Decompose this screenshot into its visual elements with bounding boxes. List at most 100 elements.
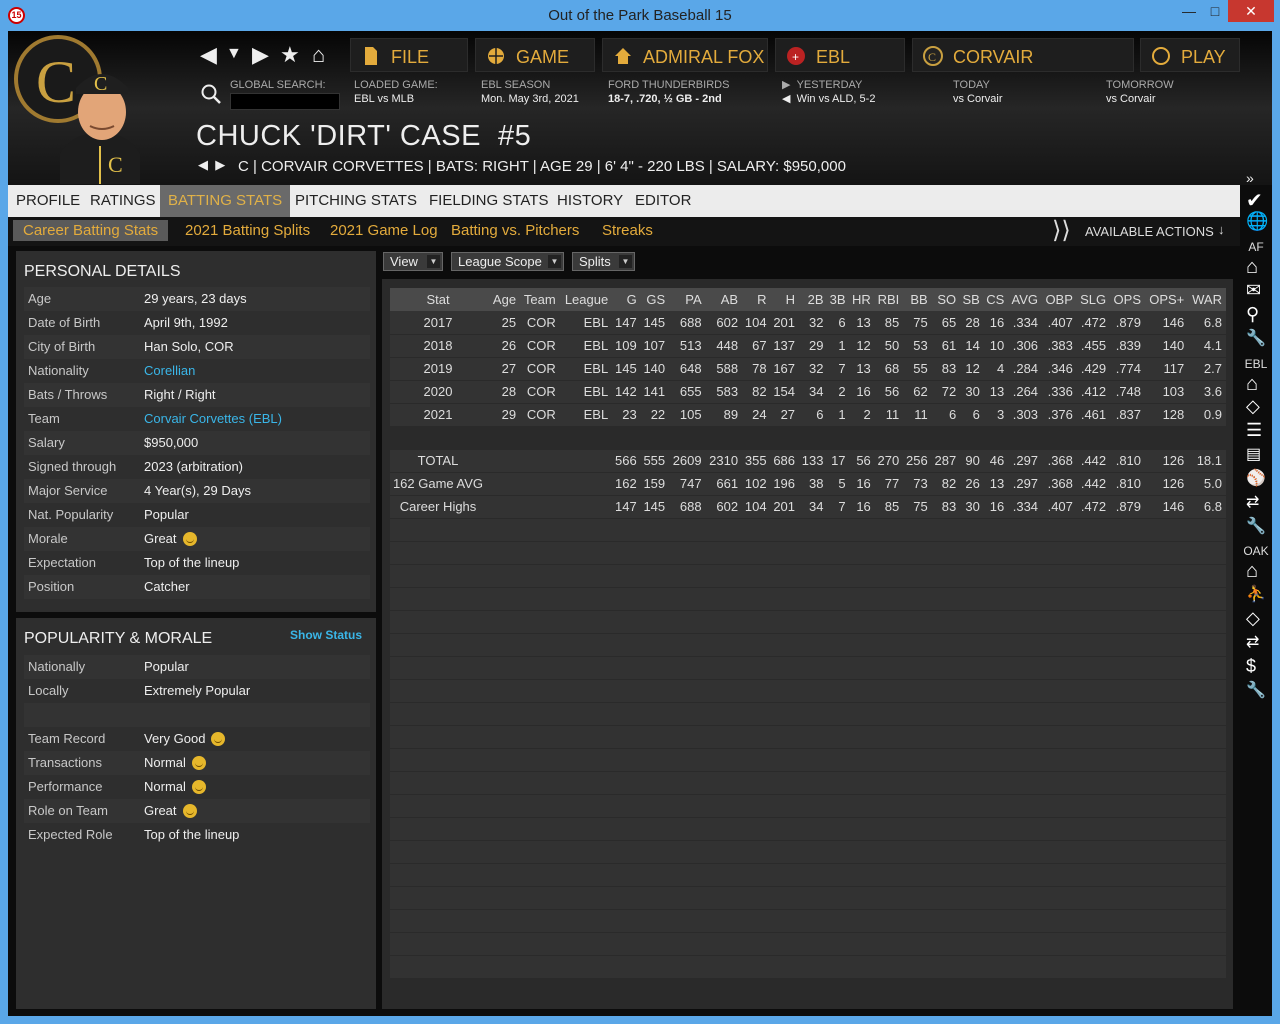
table-cell: 32: [799, 311, 828, 335]
column-header[interactable]: OBP: [1042, 288, 1077, 311]
view-dropdown[interactable]: View ▼: [383, 252, 443, 271]
sidebar-label-oak: OAK: [1243, 544, 1269, 558]
dollar-icon[interactable]: $: [1246, 656, 1266, 676]
table-cell: 655: [669, 380, 706, 404]
column-header[interactable]: Stat: [390, 288, 490, 311]
search-icon[interactable]: ⚲: [1246, 304, 1266, 324]
menu-admiral-fox[interactable]: ADMIRAL FOX: [602, 38, 768, 72]
detail-row: Performance Normal: [24, 775, 370, 799]
next-player-icon[interactable]: ▶: [215, 157, 225, 172]
tab-batting-stats[interactable]: BATTING STATS: [160, 185, 291, 217]
wrench-icon[interactable]: 🔧: [1246, 680, 1266, 700]
double-chevron-right-icon[interactable]: ⟩⟩: [1052, 216, 1071, 245]
list-icon[interactable]: ☰: [1246, 420, 1266, 440]
search-icon[interactable]: [200, 83, 222, 105]
transfer-icon[interactable]: ⇄: [1246, 632, 1266, 652]
column-header[interactable]: CS: [983, 288, 1009, 311]
show-status-link[interactable]: Show Status: [290, 628, 362, 642]
tab-pitching-stats[interactable]: PITCHING STATS: [287, 185, 425, 217]
home-icon[interactable]: ⌂: [1246, 373, 1266, 395]
check-icon[interactable]: ✔: [1246, 188, 1266, 212]
column-header[interactable]: WAR: [1188, 288, 1226, 311]
column-header[interactable]: HR: [849, 288, 875, 311]
column-header[interactable]: 3B: [827, 288, 850, 311]
diamond-icon[interactable]: ◇: [1246, 608, 1266, 628]
dropdown-icon[interactable]: ▼: [226, 45, 242, 63]
wrench-icon[interactable]: 🔧: [1246, 516, 1266, 536]
baseball-icon[interactable]: ⚾: [1246, 468, 1266, 488]
table-cell: EBL: [559, 380, 613, 404]
minimize-button[interactable]: —: [1176, 0, 1202, 22]
column-header[interactable]: AVG: [1008, 288, 1043, 311]
home-icon[interactable]: ⌂: [1246, 256, 1266, 278]
player-icon[interactable]: ⛹: [1246, 584, 1266, 604]
star-icon[interactable]: ★: [280, 42, 300, 68]
diamond-icon[interactable]: ◇: [1246, 396, 1266, 416]
yesterday-game[interactable]: ▶ YESTERDAY ◀ Win vs ALD, 5-2: [782, 78, 875, 106]
column-header[interactable]: RBI: [874, 288, 904, 311]
forward-icon[interactable]: ▶: [252, 42, 269, 68]
column-header[interactable]: GS: [640, 288, 670, 311]
subtab-streaks[interactable]: Streaks: [602, 222, 653, 239]
prev-player-icon[interactable]: ◀: [198, 157, 208, 172]
tab-fielding-stats[interactable]: FIELDING STATS: [421, 185, 556, 217]
menu-corvair[interactable]: C CORVAIR: [912, 38, 1134, 72]
subtab-career-batting[interactable]: Career Batting Stats: [13, 220, 169, 241]
tab-editor[interactable]: EDITOR: [627, 185, 699, 217]
menu-game[interactable]: GAME: [475, 38, 595, 72]
column-header[interactable]: BB: [903, 288, 932, 311]
table-cell: [1145, 426, 1189, 450]
tomorrow-game[interactable]: TOMORROW vs Corvair: [1106, 78, 1174, 106]
column-header[interactable]: Team: [520, 288, 560, 311]
column-header[interactable]: Age: [490, 288, 521, 311]
menu-play[interactable]: PLAY: [1140, 38, 1240, 72]
subtab-batting-splits[interactable]: 2021 Batting Splits: [185, 222, 310, 239]
double-chevron-right-icon[interactable]: »: [1246, 170, 1254, 186]
today-game[interactable]: TODAY vs Corvair: [953, 78, 1003, 106]
column-header[interactable]: OPS+: [1145, 288, 1189, 311]
column-header[interactable]: SO: [931, 288, 961, 311]
column-header[interactable]: 2B: [799, 288, 828, 311]
table-cell: 104: [742, 311, 771, 335]
column-header[interactable]: OPS: [1110, 288, 1146, 311]
tab-history[interactable]: HISTORY: [549, 185, 631, 217]
subtab-game-log[interactable]: 2021 Game Log: [330, 222, 438, 239]
column-header[interactable]: PA: [669, 288, 706, 311]
column-header[interactable]: SB: [960, 288, 984, 311]
wrench-icon[interactable]: 🔧: [1246, 328, 1266, 348]
back-icon[interactable]: ◀: [200, 42, 217, 68]
detail-value[interactable]: Corellian: [144, 363, 195, 378]
column-header[interactable]: League: [559, 288, 613, 311]
smile-icon: [182, 531, 197, 546]
table-cell: [559, 495, 613, 519]
table-cell: 103: [1145, 380, 1189, 404]
home-icon[interactable]: ⌂: [312, 42, 325, 68]
splits-dropdown[interactable]: Splits ▼: [572, 252, 635, 271]
global-search-input[interactable]: [230, 93, 340, 110]
tab-profile[interactable]: PROFILE: [8, 185, 88, 217]
available-actions-button[interactable]: AVAILABLE ACTIONS: [1085, 224, 1214, 239]
column-header[interactable]: SLG: [1076, 288, 1111, 311]
close-button[interactable]: ✕: [1228, 0, 1274, 22]
tab-ratings[interactable]: RATINGS: [82, 185, 164, 217]
column-header[interactable]: AB: [705, 288, 743, 311]
league-scope-dropdown[interactable]: League Scope ▼: [451, 252, 564, 271]
bar-chart-icon[interactable]: ▤: [1246, 444, 1266, 464]
sidebar-label-af: AF: [1248, 240, 1264, 254]
transfer-icon[interactable]: ⇄: [1246, 492, 1266, 512]
loaded-game-label: LOADED GAME:: [354, 79, 438, 91]
menu-ebl[interactable]: + EBL: [775, 38, 905, 72]
column-header[interactable]: G: [612, 288, 641, 311]
double-chevron-down-icon[interactable]: ↓: [1218, 222, 1225, 237]
player-nav-arrows[interactable]: ◀ ▶: [198, 157, 225, 173]
globe-icon[interactable]: 🌐: [1246, 211, 1268, 231]
maximize-button[interactable]: □: [1202, 0, 1228, 22]
home-icon[interactable]: ⌂: [1246, 560, 1266, 582]
menu-file[interactable]: FILE: [350, 38, 468, 72]
column-header[interactable]: H: [770, 288, 800, 311]
table-cell: 6: [931, 403, 961, 427]
column-header[interactable]: R: [742, 288, 771, 311]
subtab-vs-pitchers[interactable]: Batting vs. Pitchers: [451, 222, 579, 239]
detail-value[interactable]: Corvair Corvettes (EBL): [144, 411, 282, 426]
mail-icon[interactable]: ✉: [1246, 280, 1266, 300]
